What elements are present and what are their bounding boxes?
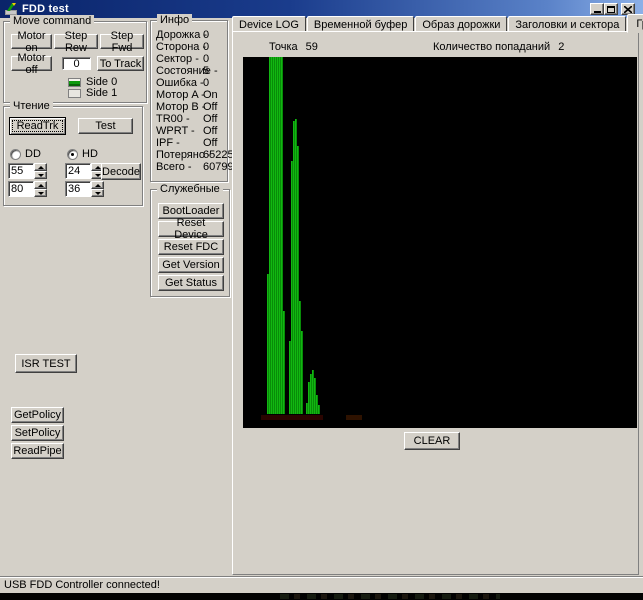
close-icon <box>624 5 632 13</box>
chart-plot <box>243 57 637 428</box>
chart-baseline-mark <box>261 415 323 420</box>
info-row: Мотор A - On <box>156 89 218 101</box>
down-arrow-icon <box>37 173 44 177</box>
info-row: Состояние -5 <box>156 65 218 77</box>
spinner-3-down-button[interactable] <box>91 189 104 197</box>
chart-bar <box>301 331 303 414</box>
down-arrow-icon <box>37 191 44 195</box>
up-arrow-icon <box>94 183 101 187</box>
down-arrow-icon <box>94 173 101 177</box>
taskbar-sliver <box>280 594 500 599</box>
spinner-3-input[interactable] <box>65 181 91 197</box>
up-arrow-icon <box>37 183 44 187</box>
chart-baseline-mark <box>346 415 362 420</box>
maximize-icon <box>607 5 615 13</box>
info-row: Сектор -0 <box>156 53 210 65</box>
hits-value: 2 <box>558 41 565 53</box>
spinner-1[interactable] <box>65 163 104 179</box>
hits-label: Количество попаданий <box>433 41 551 53</box>
tab-device-log[interactable]: Device LOG <box>232 16 306 32</box>
info-row: Ошибка -0 <box>156 77 210 89</box>
info-row: Мотор B - Off <box>156 101 218 113</box>
motor-on-button[interactable]: Motor on <box>11 30 52 54</box>
group-service: Служебные BootLoader Reset Device Reset … <box>150 183 230 297</box>
spinner-2[interactable] <box>8 181 47 197</box>
statusbar: USB FDD Controller connected! <box>0 576 643 593</box>
info-row: Потеряно -65225 <box>156 149 234 161</box>
side1-label: Side 1 <box>86 87 118 99</box>
chart-bar <box>283 311 285 414</box>
info-row: Всего -60799 <box>156 161 234 173</box>
window-title: FDD test <box>22 3 69 15</box>
test-button[interactable]: Test <box>78 118 133 134</box>
taskbar-strip <box>0 593 643 600</box>
point-label: Точка <box>269 41 298 53</box>
spinner-1-input[interactable] <box>65 163 91 179</box>
info-row: Сторона -0 <box>156 41 210 53</box>
reset-fdc-button[interactable]: Reset FDC <box>158 239 224 255</box>
up-arrow-icon <box>37 165 44 169</box>
spinner-0-down-button[interactable] <box>34 171 47 179</box>
spinner-3[interactable] <box>65 181 104 197</box>
tabstrip: Device LOG Временной буфер Образ дорожки… <box>232 13 643 33</box>
tab-headers-sectors[interactable]: Заголовки и сектора <box>508 16 627 32</box>
to-track-button[interactable]: To Track <box>97 56 144 71</box>
status-text: USB FDD Controller connected! <box>4 579 160 591</box>
hits-caption: Количество попаданий 2 <box>433 41 564 53</box>
radio-dd-label: DD <box>25 148 41 160</box>
setpolicy-button[interactable]: SetPolicy <box>11 425 64 441</box>
group-info: Инфо Дорожка -0 Сторона -0 Сектор -0 Сос… <box>150 14 234 182</box>
group-info-label: Инфо <box>157 14 193 26</box>
spinner-0-input[interactable] <box>8 163 34 179</box>
group-service-label: Служебные <box>157 183 223 195</box>
motor-off-button[interactable]: Motor off <box>11 52 52 76</box>
info-row: IPF - Off <box>156 137 218 149</box>
down-arrow-icon <box>94 191 101 195</box>
info-row: Дорожка -0 <box>156 29 210 41</box>
side0-selected-icon <box>68 77 81 87</box>
step-rew-button[interactable]: Step Rew <box>54 30 98 54</box>
group-move-command: Move command Motor on Step Rew Step Fwd … <box>3 15 147 103</box>
fdd-test-window: FDD test Move command Motor on Step Rew … <box>0 0 643 600</box>
isr-test-button[interactable]: ISR TEST <box>15 354 77 373</box>
group-move-command-label: Move command <box>10 15 95 27</box>
getpolicy-button[interactable]: GetPolicy <box>11 407 64 423</box>
radio-hd-label: HD <box>82 148 98 160</box>
graph-tab-page: Точка 59 Количество попаданий 2 CLEAR <box>232 31 639 575</box>
clear-button[interactable]: CLEAR <box>404 432 460 450</box>
get-version-button[interactable]: Get Version <box>158 257 224 273</box>
side1-selector[interactable]: Side 1 <box>68 87 117 99</box>
reset-device-button[interactable]: Reset Device <box>158 217 224 241</box>
spinner-3-up-button[interactable] <box>91 181 104 189</box>
get-status-button[interactable]: Get Status <box>158 275 224 291</box>
readtrk-button[interactable]: ReadTrk <box>9 117 66 135</box>
info-row: TR00 - Off <box>156 113 218 125</box>
up-arrow-icon <box>94 165 101 169</box>
radio-dd-circle <box>10 148 21 160</box>
group-reading-label: Чтение <box>10 100 53 112</box>
app-icon <box>4 2 18 16</box>
spinner-0-up-button[interactable] <box>34 163 47 171</box>
decode-button[interactable]: Decode <box>101 163 141 180</box>
tab-track-image[interactable]: Образ дорожки <box>415 16 508 32</box>
radio-dd[interactable]: DD <box>10 148 41 160</box>
radio-hd-circle <box>67 148 78 160</box>
radio-hd[interactable]: HD <box>67 148 98 160</box>
readpipe-button[interactable]: ReadPipe <box>11 443 64 459</box>
point-value: 59 <box>305 41 318 53</box>
chart-bar <box>318 405 320 414</box>
tab-graph[interactable]: График <box>627 14 643 33</box>
point-caption: Точка 59 <box>269 41 318 53</box>
step-fwd-button[interactable]: Step Fwd <box>100 30 144 54</box>
spinner-0[interactable] <box>8 163 47 179</box>
tab-time-buffer[interactable]: Временной буфер <box>306 16 415 32</box>
group-reading: Чтение ReadTrk Test DD HD Decode <box>3 100 143 206</box>
spinner-2-down-button[interactable] <box>34 189 47 197</box>
info-row: WPRT - Off <box>156 125 218 137</box>
spinner-2-up-button[interactable] <box>34 181 47 189</box>
spinner-2-input[interactable] <box>8 181 34 197</box>
side1-icon <box>68 88 81 98</box>
track-number-input[interactable] <box>62 57 91 70</box>
